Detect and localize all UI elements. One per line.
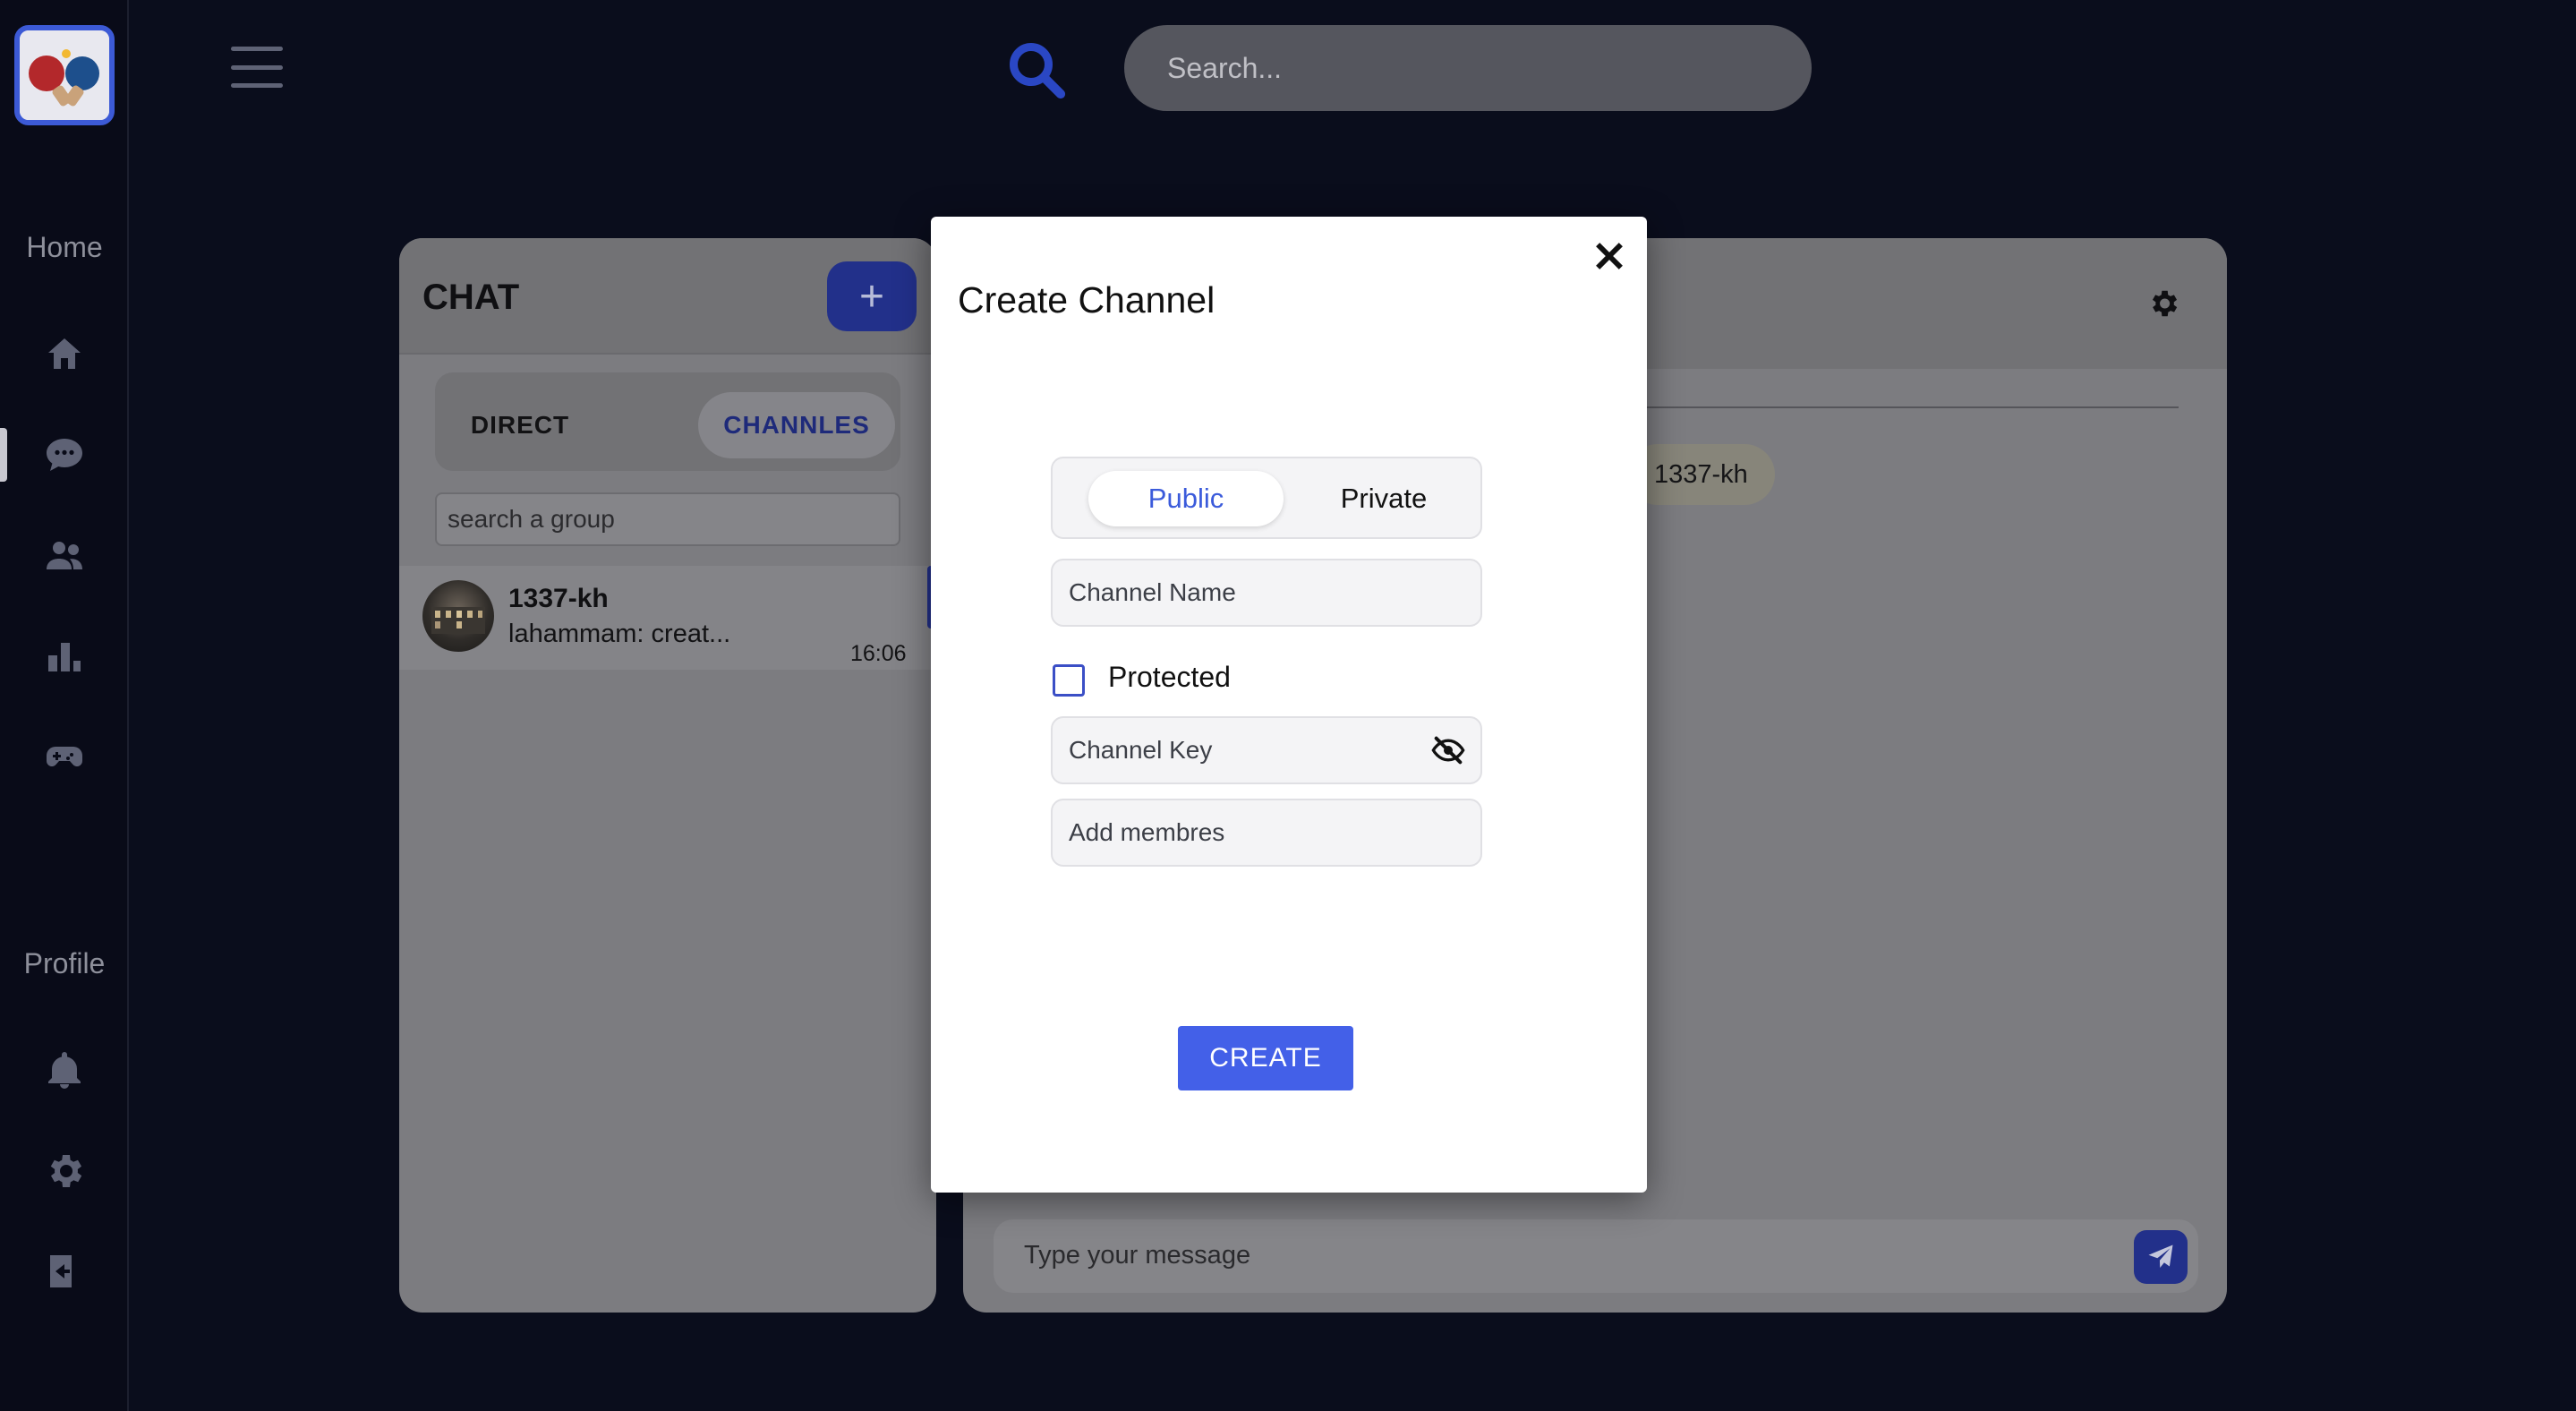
nav-leaderboard[interactable] — [39, 630, 90, 680]
bell-icon — [48, 1052, 81, 1089]
channel-name-field[interactable]: Channel Name — [1051, 559, 1482, 627]
home-icon — [48, 338, 81, 369]
tab-direct[interactable]: DIRECT — [453, 392, 587, 458]
create-channel-button[interactable]: + — [827, 261, 917, 331]
nav-notifications[interactable] — [39, 1046, 90, 1096]
message-input[interactable]: Type your message — [994, 1219, 2198, 1293]
logout-icon — [50, 1255, 72, 1287]
create-channel-modal: Create Channel Public Private Channel Na… — [931, 217, 1647, 1193]
nav-profile-heading: Profile — [23, 947, 106, 979]
leaderboard-icon — [48, 643, 81, 671]
chat-icon — [47, 439, 82, 471]
create-button[interactable]: CREATE — [1178, 1026, 1353, 1090]
gear-icon — [2152, 290, 2178, 317]
tab-channels[interactable]: CHANNLES — [698, 392, 895, 458]
channel-settings-button[interactable] — [2146, 286, 2180, 321]
hamburger-line — [231, 64, 283, 70]
modal-title: Create Channel — [958, 279, 1215, 321]
app-logo[interactable] — [14, 25, 115, 125]
add-members-field[interactable]: Add membres — [1051, 799, 1482, 867]
divider — [1590, 406, 2179, 408]
list-item[interactable]: 1337-kh lahammam: creat... 16:06 — [399, 566, 936, 670]
search-icon[interactable] — [1004, 38, 1069, 102]
list-item-last-message: lahammam: creat... — [508, 620, 731, 648]
chat-list-panel: CHAT + DIRECT CHANNLES search a group 13… — [399, 238, 936, 1313]
chat-list-header: CHAT + — [399, 238, 936, 355]
users-icon — [47, 542, 82, 569]
nav-game[interactable] — [39, 731, 90, 781]
nav-logout[interactable] — [39, 1246, 90, 1296]
send-icon — [2148, 1244, 2173, 1268]
nav-home-heading: Home — [26, 231, 103, 263]
avatar — [422, 580, 494, 652]
message-bubble: 1337-kh — [1627, 444, 1775, 505]
hamburger-line — [231, 83, 283, 88]
close-button[interactable] — [1590, 236, 1629, 276]
group-search-input[interactable]: search a group — [435, 492, 900, 546]
list-item-name: 1337-kh — [508, 584, 609, 613]
hamburger-icon — [231, 47, 283, 51]
chat-title: CHAT — [422, 278, 520, 317]
close-icon — [1596, 243, 1623, 269]
nav-friends[interactable] — [39, 530, 90, 580]
ping-pong-logo-icon — [20, 30, 109, 120]
nav-chat[interactable] — [39, 430, 90, 480]
visibility-toggle: Public Private — [1051, 457, 1482, 539]
protected-label: Protected — [1108, 661, 1231, 693]
search-input[interactable] — [1124, 25, 1812, 111]
send-button[interactable] — [2134, 1230, 2188, 1284]
gamepad-icon — [47, 747, 82, 766]
nav-home[interactable] — [39, 329, 90, 380]
channel-key-field[interactable]: Channel Key — [1051, 716, 1482, 784]
visibility-public-option[interactable]: Public — [1088, 471, 1284, 526]
channel-avatar-image — [431, 607, 485, 634]
gear-icon — [50, 1155, 82, 1187]
sidebar: Home Profile — [0, 0, 129, 1411]
nav-settings[interactable] — [39, 1146, 90, 1196]
chat-tabs: DIRECT CHANNLES — [435, 372, 900, 471]
nav-active-indicator — [0, 428, 7, 482]
protected-checkbox[interactable] — [1053, 664, 1085, 697]
eye-slash-icon — [1431, 736, 1465, 765]
visibility-private-option[interactable]: Private — [1303, 471, 1464, 526]
list-item-time: 16:06 — [850, 641, 907, 666]
menu-button[interactable] — [231, 47, 283, 88]
message-input-placeholder: Type your message — [1024, 1241, 1251, 1270]
toggle-key-visibility-button[interactable] — [1430, 732, 1466, 768]
